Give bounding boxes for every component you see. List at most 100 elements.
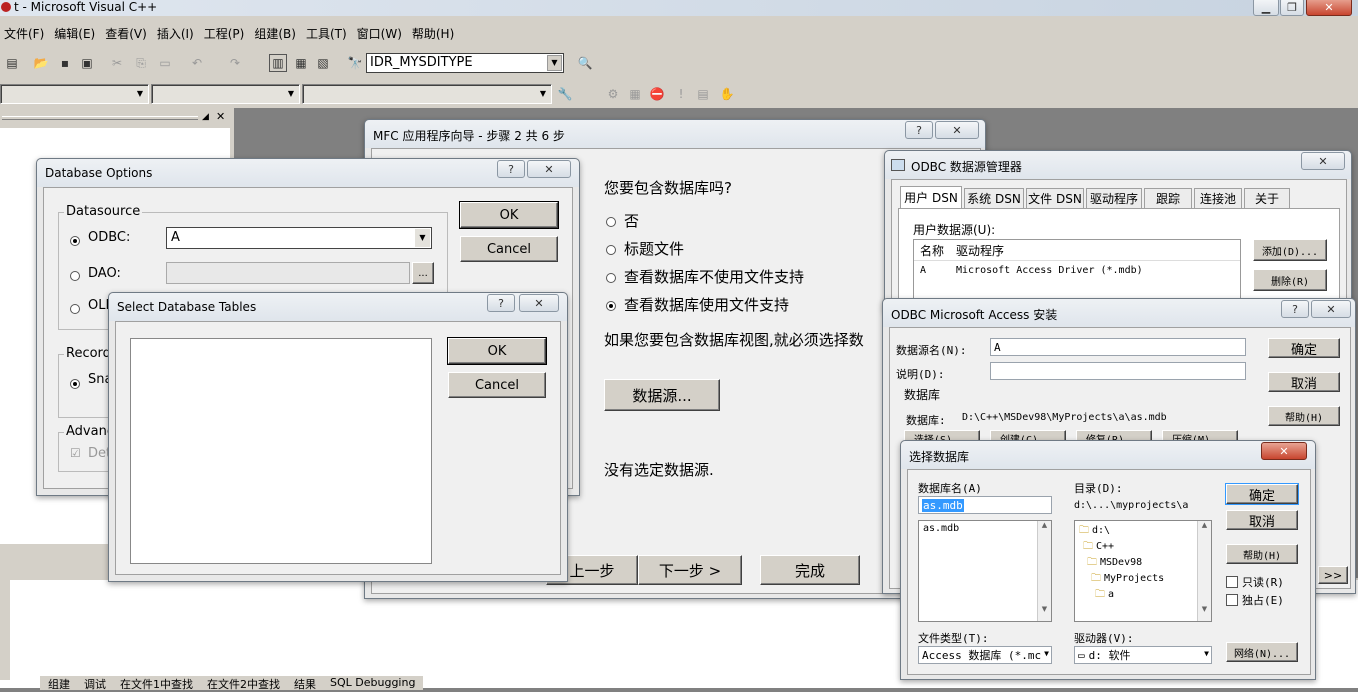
- cancel-button[interactable]: Cancel: [448, 372, 546, 398]
- stop-build-icon[interactable]: ⛔: [648, 85, 666, 103]
- dao-field[interactable]: [166, 262, 410, 284]
- advanced-button[interactable]: >>: [1318, 566, 1348, 584]
- odbc-tab[interactable]: 关于: [1244, 188, 1290, 208]
- dir-tree[interactable]: 🗀 d:\ 🗀 C++ 🗀 MSDev98 🗀 MyProjects 🗀 a ▲ ▼: [1074, 520, 1212, 622]
- menu-item[interactable]: 工具(T): [306, 25, 347, 42]
- class-combo[interactable]: ▼: [0, 84, 149, 104]
- odbc-combo[interactable]: A ▼: [166, 227, 432, 249]
- menu-item[interactable]: 编辑(E): [54, 25, 95, 42]
- tables-list[interactable]: [130, 338, 432, 564]
- help-button[interactable]: 帮助(H): [1226, 544, 1298, 564]
- odbc-tab[interactable]: 用户 DSN: [900, 186, 962, 208]
- output-scroll[interactable]: [0, 580, 10, 680]
- save-icon[interactable]: ▪: [56, 54, 74, 72]
- dir-item[interactable]: 🗀 a: [1079, 587, 1207, 603]
- window-list-icon[interactable]: ▧: [314, 54, 332, 72]
- db-name-input[interactable]: as.mdb: [918, 496, 1052, 514]
- datasource-button[interactable]: 数据源...: [604, 379, 720, 411]
- chevron-down-icon[interactable]: ▼: [415, 229, 430, 247]
- odbc-tab[interactable]: 驱动程序: [1086, 188, 1142, 208]
- wizard-option[interactable]: 标题文件: [606, 235, 804, 263]
- workspace-icon[interactable]: ▥: [269, 54, 287, 72]
- wizard-action-icon[interactable]: 🔧: [556, 85, 574, 103]
- restore-icon[interactable]: ◢: [202, 112, 209, 122]
- odbc-tab[interactable]: 文件 DSN: [1026, 188, 1084, 208]
- cancel-button[interactable]: 取消: [1226, 510, 1298, 530]
- help-button[interactable]: ?: [905, 121, 933, 139]
- close-icon[interactable]: ✕: [216, 110, 225, 123]
- odbc-tab[interactable]: 跟踪: [1144, 188, 1192, 208]
- col-name-header[interactable]: 名称: [920, 242, 944, 259]
- dir-item[interactable]: 🗀 MSDev98: [1079, 555, 1207, 571]
- menu-item[interactable]: 工程(P): [204, 25, 245, 42]
- close-button[interactable]: ✕: [519, 294, 559, 312]
- remove-button[interactable]: 删除(R): [1253, 269, 1327, 291]
- find-icon[interactable]: 🔍: [576, 54, 594, 72]
- finish-button[interactable]: 完成: [760, 555, 860, 585]
- filter-combo[interactable]: ▼: [151, 84, 300, 104]
- list-item[interactable]: as.mdb: [923, 523, 1047, 534]
- help-button[interactable]: 帮助(H): [1268, 406, 1340, 426]
- ok-button[interactable]: 确定: [1225, 483, 1299, 505]
- desc-input[interactable]: [990, 362, 1246, 380]
- close-button[interactable]: ✕: [1311, 300, 1351, 318]
- breakpoint-icon[interactable]: ✋: [718, 85, 736, 103]
- wizard-option[interactable]: 查看数据库使用文件支持: [606, 291, 804, 319]
- menu-item[interactable]: 文件(F): [4, 25, 44, 42]
- detect-checkbox[interactable]: ☑: [70, 446, 81, 460]
- close-button[interactable]: ✕: [1261, 442, 1307, 460]
- file-list-scrollbar[interactable]: ▲ ▼: [1037, 521, 1051, 621]
- menu-item[interactable]: 窗口(W): [357, 25, 402, 42]
- cut-icon[interactable]: ✂: [108, 54, 126, 72]
- open-icon[interactable]: 📂: [32, 54, 50, 72]
- dao-browse-button[interactable]: ...: [412, 262, 434, 284]
- cancel-button[interactable]: 取消: [1268, 372, 1340, 392]
- workspace-grip[interactable]: [2, 116, 198, 120]
- undo-icon[interactable]: ↶: [188, 54, 206, 72]
- ds-row-name[interactable]: A: [920, 265, 926, 276]
- wizard-option[interactable]: 否: [606, 207, 804, 235]
- maximize-button[interactable]: ❐: [1280, 0, 1304, 16]
- dsn-input[interactable]: A: [990, 338, 1246, 356]
- network-button[interactable]: 网络(N)...: [1226, 642, 1298, 662]
- close-button[interactable]: ✕: [935, 121, 979, 139]
- snapshot-radio[interactable]: [70, 376, 80, 390]
- build-icon[interactable]: ▦: [626, 85, 644, 103]
- execute-icon[interactable]: !: [672, 85, 690, 103]
- minimize-button[interactable]: ▁: [1253, 0, 1279, 16]
- close-button[interactable]: ✕: [1306, 0, 1352, 16]
- ok-button[interactable]: OK: [447, 337, 547, 365]
- help-button[interactable]: ?: [487, 294, 515, 312]
- dir-item[interactable]: 🗀 C++: [1079, 539, 1207, 555]
- ok-button[interactable]: OK: [459, 201, 559, 229]
- close-button[interactable]: ✕: [1301, 152, 1345, 170]
- ds-row-driver[interactable]: Microsoft Access Driver (*.mdb): [956, 265, 1143, 276]
- filetype-select[interactable]: Access 数据库 (*.mc ▼: [918, 646, 1052, 664]
- redo-icon[interactable]: ↷: [226, 54, 244, 72]
- dir-tree-scrollbar[interactable]: ▲ ▼: [1197, 521, 1211, 621]
- menu-item[interactable]: 插入(I): [157, 25, 194, 42]
- next-button[interactable]: 下一步 >: [638, 555, 742, 585]
- dir-item[interactable]: 🗀 d:\: [1079, 523, 1207, 539]
- help-button[interactable]: ?: [497, 160, 525, 178]
- dir-item[interactable]: 🗀 MyProjects: [1079, 571, 1207, 587]
- resource-combo[interactable]: IDR_MYSDITYPE ▼: [366, 53, 564, 73]
- paste-icon[interactable]: ▭: [156, 54, 174, 72]
- save-all-icon[interactable]: ▣: [78, 54, 96, 72]
- find-in-files-icon[interactable]: 🔭: [346, 54, 364, 72]
- help-button[interactable]: ?: [1281, 300, 1309, 318]
- odbc-tab[interactable]: 连接池: [1194, 188, 1242, 208]
- add-button[interactable]: 添加(D)...: [1253, 239, 1327, 261]
- chevron-down-icon[interactable]: ▼: [547, 55, 562, 71]
- ok-button[interactable]: 确定: [1268, 338, 1340, 358]
- copy-icon[interactable]: ⎘: [132, 54, 150, 72]
- menu-item[interactable]: 帮助(H): [412, 25, 454, 42]
- oledb-radio[interactable]: [70, 301, 80, 315]
- odbc-radio[interactable]: [70, 233, 80, 247]
- output-icon[interactable]: ▦: [292, 54, 310, 72]
- drive-select[interactable]: ▭ d: 软件 ▼: [1074, 646, 1212, 664]
- cancel-button[interactable]: Cancel: [460, 236, 558, 262]
- col-driver-header[interactable]: 驱动程序: [956, 242, 1004, 259]
- dao-radio[interactable]: [70, 268, 80, 282]
- readonly-checkbox[interactable]: [1226, 574, 1238, 588]
